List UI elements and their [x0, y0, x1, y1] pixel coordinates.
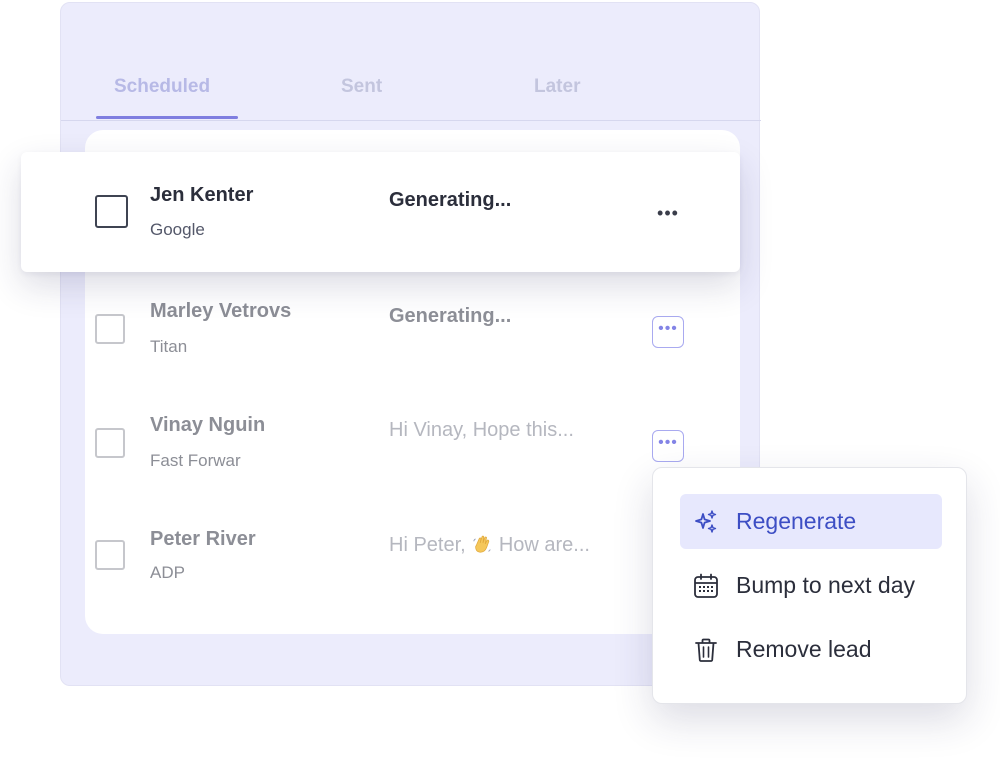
- list-item[interactable]: Peter River ADP Hi Peter, How are...: [0, 500, 740, 620]
- row-checkbox[interactable]: [95, 540, 125, 570]
- lead-company: Fast Forwar: [150, 451, 241, 470]
- preview-end: How are...: [498, 534, 590, 556]
- preview-start: Hi Peter,: [389, 534, 466, 556]
- lead-name: Vinay Nguin: [150, 414, 266, 436]
- tab-scheduled[interactable]: Scheduled: [114, 76, 210, 98]
- more-options-button[interactable]: •••: [652, 430, 684, 462]
- message-preview: Generating...: [389, 189, 512, 211]
- more-icon: •••: [657, 202, 679, 223]
- waving-hand-icon: [473, 535, 491, 553]
- trash-icon: [691, 635, 721, 665]
- message-preview: Generating...: [389, 305, 512, 327]
- menu-item-regenerate[interactable]: Regenerate: [680, 494, 942, 549]
- message-preview: Hi Vinay, Hope this...: [389, 419, 574, 441]
- menu-item-bump-next-day[interactable]: Bump to next day: [680, 558, 942, 613]
- context-menu: Regenerate Bump to next day Remove lead: [652, 467, 967, 704]
- lead-name: Marley Vetrovs: [150, 300, 292, 322]
- list-item[interactable]: Marley Vetrovs Titan Generating... •••: [0, 272, 740, 392]
- sparkles-icon: [691, 507, 721, 537]
- calendar-icon: [691, 571, 721, 601]
- menu-item-label: Bump to next day: [736, 572, 915, 598]
- more-icon: •••: [658, 320, 678, 337]
- row-checkbox[interactable]: [95, 195, 128, 228]
- row-checkbox[interactable]: [95, 428, 125, 458]
- menu-item-remove-lead[interactable]: Remove lead: [680, 622, 942, 677]
- message-preview: Hi Peter, How are...: [389, 533, 590, 557]
- more-icon: •••: [658, 434, 678, 451]
- tab-bar: Scheduled Sent Later: [61, 63, 761, 121]
- lead-company: ADP: [150, 563, 185, 582]
- list-item-selected[interactable]: Jen Kenter Google Generating... •••: [21, 152, 740, 272]
- more-options-button[interactable]: •••: [652, 200, 684, 232]
- active-tab-indicator: [96, 116, 238, 119]
- tab-sent[interactable]: Sent: [341, 76, 382, 98]
- lead-company: Google: [150, 220, 205, 239]
- row-checkbox[interactable]: [95, 314, 125, 344]
- menu-item-label: Remove lead: [736, 636, 872, 662]
- lead-name: Peter River: [150, 528, 256, 550]
- menu-item-label: Regenerate: [736, 508, 857, 534]
- lead-name: Jen Kenter: [150, 184, 254, 206]
- tab-later[interactable]: Later: [534, 76, 580, 98]
- more-options-button[interactable]: •••: [652, 316, 684, 348]
- lead-company: Titan: [150, 337, 188, 356]
- list-item[interactable]: Vinay Nguin Fast Forwar Hi Vinay, Hope t…: [0, 386, 740, 506]
